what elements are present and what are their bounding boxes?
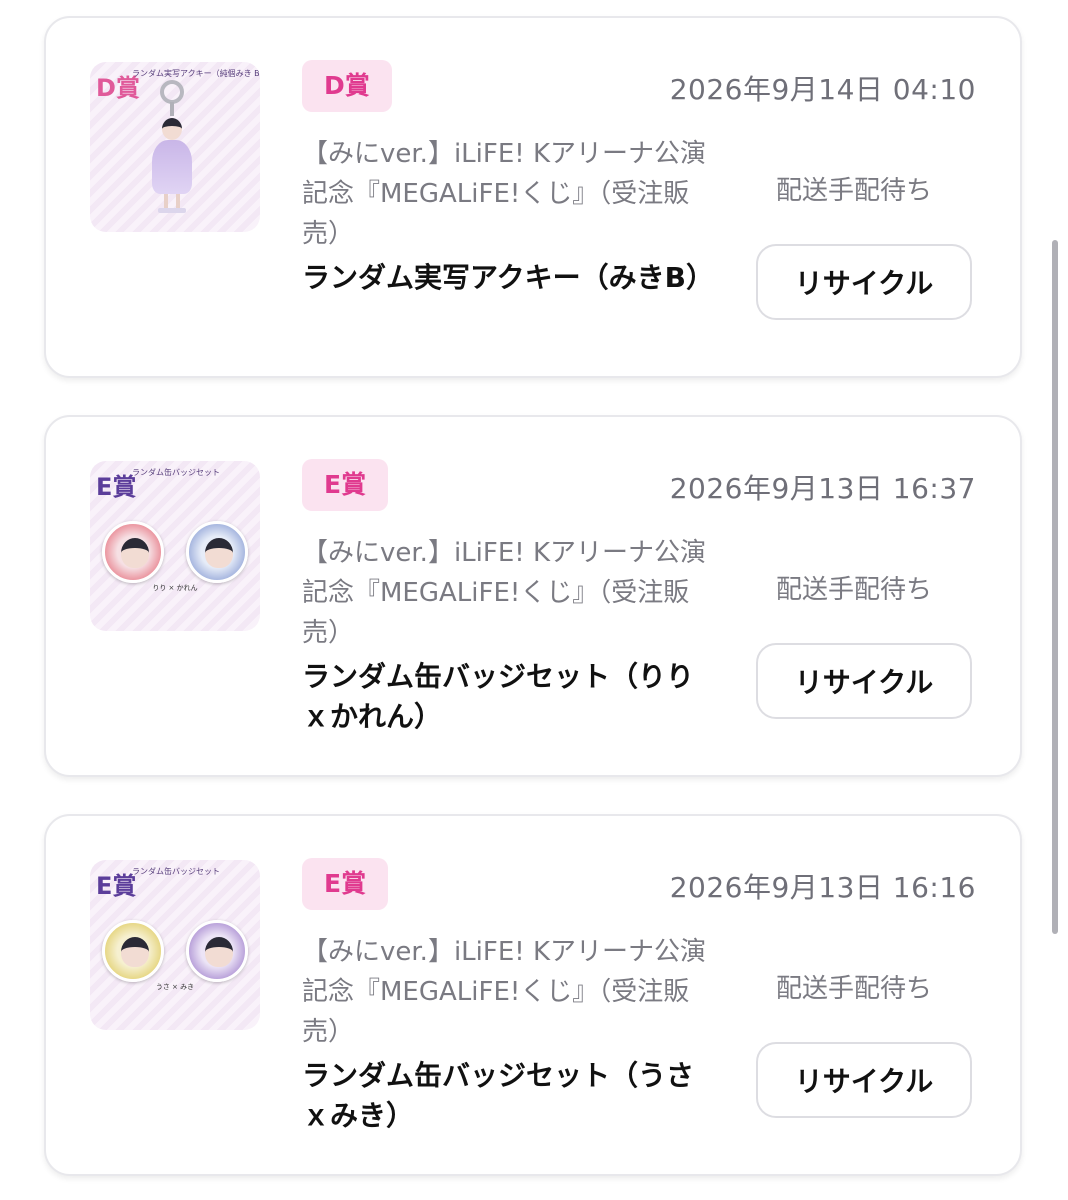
prize-thumbnail[interactable]: D賞 ランダム実写アクキー（純個みき B） (90, 62, 260, 232)
prize-rank-badge: E賞 (302, 858, 389, 910)
campaign-name: 【みにver.】iLiFE! Kアリーナ公演記念『MEGALiFE!くじ』（受注… (302, 937, 707, 1047)
recycle-button[interactable]: リサイクル (756, 1042, 972, 1118)
thumbnail-prize-letter: E賞 (96, 872, 137, 900)
recycle-button[interactable]: リサイクル (756, 643, 972, 719)
item-name: ランダム実写アクキー（みきB） (302, 261, 714, 294)
thumbnail-caption: りり × かれん (152, 584, 198, 592)
prize-card[interactable]: E賞 ランダム缶バッジセット うさ × みき E賞 2026年9月13日 16:… (44, 814, 1022, 1176)
thumbnail-prize-letter: E賞 (96, 473, 137, 501)
prize-rank-badge: D賞 (302, 60, 392, 112)
prize-rank-badge: E賞 (302, 459, 389, 511)
can-badge-icon (102, 920, 164, 982)
thumbnail-caption: うさ × みき (155, 983, 195, 991)
draw-date: 2026年9月13日 16:37 (669, 472, 976, 505)
thumbnail-title: ランダム缶バッジセット (132, 867, 220, 876)
draw-date: 2026年9月13日 16:16 (669, 871, 976, 904)
campaign-name: 【みにver.】iLiFE! Kアリーナ公演記念『MEGALiFE!くじ』（受注… (302, 538, 707, 648)
item-name: ランダム缶バッジセット（うさｘみき） (302, 1059, 695, 1132)
prize-thumbnail[interactable]: E賞 ランダム缶バッジセット りり × かれん (90, 461, 260, 631)
thumbnail-title: ランダム缶バッジセット (132, 468, 220, 477)
prize-thumbnail[interactable]: E賞 ランダム缶バッジセット うさ × みき (90, 860, 260, 1030)
vertical-scrollbar[interactable] (1052, 240, 1058, 934)
can-badge-icon (186, 920, 248, 982)
shipping-status: 配送手配待ち (776, 974, 933, 1004)
prize-card[interactable]: D賞 ランダム実写アクキー（純個みき B） D賞 2026年9月14日 04:1… (44, 16, 1022, 378)
thumbnail-title: ランダム実写アクキー（純個みき B） (132, 69, 260, 78)
campaign-name: 【みにver.】iLiFE! Kアリーナ公演記念『MEGALiFE!くじ』（受注… (302, 139, 707, 249)
can-badge-icon (186, 521, 248, 583)
can-badge-icon (102, 521, 164, 583)
recycle-button[interactable]: リサイクル (756, 244, 972, 320)
item-name: ランダム缶バッジセット（りりｘかれん） (302, 660, 695, 733)
prize-card[interactable]: E賞 ランダム缶バッジセット りり × かれん E賞 2026年9月13日 16… (44, 415, 1022, 777)
draw-date: 2026年9月14日 04:10 (669, 73, 976, 106)
shipping-status: 配送手配待ち (776, 176, 933, 206)
shipping-status: 配送手配待ち (776, 575, 933, 605)
